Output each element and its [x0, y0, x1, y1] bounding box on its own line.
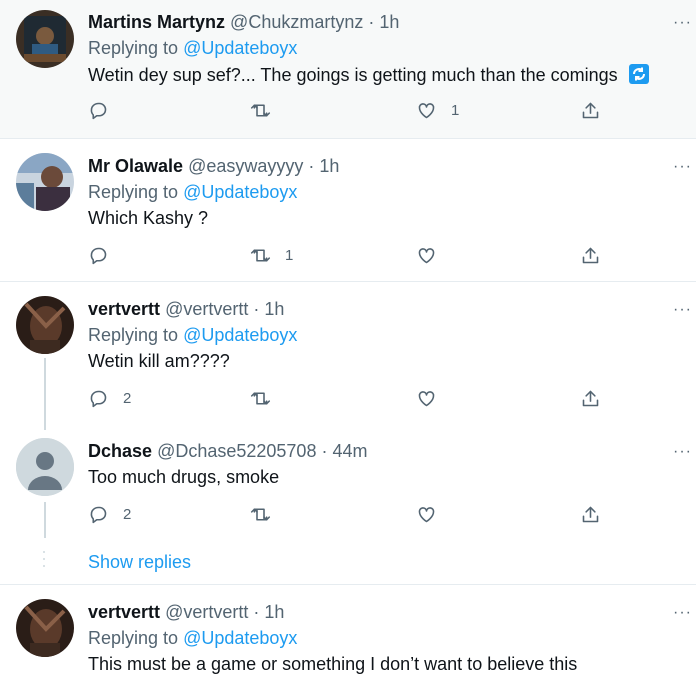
more-options-icon[interactable]: ···: [673, 604, 692, 622]
mention-link[interactable]: @Updateboyx: [183, 325, 297, 345]
reply-button[interactable]: [88, 98, 123, 122]
tweet-actions: 2: [88, 502, 628, 526]
reply-icon: [90, 390, 107, 407]
mention-link[interactable]: @Updateboyx: [183, 628, 297, 648]
retweet-icon: [250, 248, 271, 262]
tweet-text: Wetin dey sup sef?... The goings is gett…: [88, 65, 618, 85]
reply-button[interactable]: 2: [88, 386, 131, 410]
reply-button[interactable]: 2: [88, 502, 131, 526]
like-button[interactable]: 1: [416, 98, 459, 122]
thread-dots-icon: [42, 551, 46, 572]
replying-to-label: Replying to: [88, 628, 184, 648]
like-button[interactable]: [416, 243, 451, 267]
retweet-icon: [250, 103, 271, 117]
author-name[interactable]: vertvertt: [88, 602, 160, 622]
avatar[interactable]: [16, 153, 74, 211]
author-name[interactable]: Dchase: [88, 441, 152, 461]
timestamp[interactable]: · 1h: [253, 602, 284, 622]
mention-link[interactable]: @Updateboyx: [183, 182, 297, 202]
tweet-actions: 1: [88, 98, 628, 122]
share-icon: [582, 506, 599, 522]
reply-icon: [90, 102, 107, 119]
more-options-icon[interactable]: ···: [673, 443, 692, 461]
retweet-icon: [250, 391, 271, 405]
share-button[interactable]: [580, 502, 601, 526]
mention-link[interactable]: @Updateboyx: [183, 38, 297, 58]
replying-to-label: Replying to: [88, 182, 184, 202]
tweet-text: This must be a game or something I don’t…: [88, 654, 578, 674]
heart-icon: [418, 247, 435, 263]
share-button[interactable]: [580, 386, 601, 410]
author-name[interactable]: Martins Martynz: [88, 12, 225, 32]
tweet[interactable]: Dchase @Dchase52205708 · 44m ··· Too muc…: [0, 432, 696, 538]
retweet-icon: [250, 507, 271, 521]
author-handle[interactable]: @easywayyyy: [188, 156, 303, 176]
share-icon: [582, 390, 599, 406]
avatar[interactable]: [16, 438, 74, 496]
tweet-actions: 2: [88, 386, 628, 410]
author-handle[interactable]: @Chukzmartynz: [230, 12, 363, 32]
timestamp[interactable]: · 1h: [368, 12, 399, 32]
tweet-text: Which Kashy ?: [88, 208, 209, 228]
like-button[interactable]: [416, 386, 451, 410]
timestamp[interactable]: · 1h: [308, 156, 339, 176]
recycle-emoji-icon: [628, 64, 649, 84]
tweet-actions: 1: [88, 243, 628, 267]
more-options-icon[interactable]: ···: [673, 14, 692, 32]
share-button[interactable]: [580, 98, 601, 122]
author-name[interactable]: Mr Olawale: [88, 156, 183, 176]
timestamp[interactable]: · 1h: [253, 299, 284, 319]
heart-icon: [418, 102, 435, 118]
avatar[interactable]: [16, 296, 74, 354]
tweet[interactable]: vertvertt @vertvertt · 1h ··· Replying t…: [0, 585, 696, 685]
retweet-button[interactable]: [250, 98, 285, 122]
reply-icon: [90, 506, 107, 523]
author-handle[interactable]: @vertvertt: [165, 602, 248, 622]
replying-to-label: Replying to: [88, 38, 184, 58]
share-button[interactable]: [580, 243, 601, 267]
retweet-button[interactable]: [250, 502, 285, 526]
tweet[interactable]: Mr Olawale @easywayyyy · 1h ··· Replying…: [0, 139, 696, 281]
retweet-button[interactable]: 1: [250, 243, 293, 267]
more-options-icon[interactable]: ···: [673, 158, 692, 176]
timestamp[interactable]: · 44m: [321, 441, 367, 461]
heart-icon: [418, 506, 435, 522]
share-icon: [582, 247, 599, 263]
replying-to-label: Replying to: [88, 325, 184, 345]
avatar[interactable]: [16, 10, 74, 68]
reply-icon: [90, 247, 107, 264]
default-avatar-icon: [16, 438, 74, 496]
author-handle[interactable]: @Dchase52205708: [157, 441, 316, 461]
heart-icon: [418, 390, 435, 406]
tweet-text: Wetin kill am????: [88, 351, 230, 371]
reply-button[interactable]: [88, 243, 123, 267]
more-options-icon[interactable]: ···: [673, 301, 692, 319]
retweet-count: 1: [285, 246, 294, 264]
show-replies-link[interactable]: Show replies: [88, 552, 191, 573]
reply-count: 2: [123, 505, 132, 523]
author-handle[interactable]: @vertvertt: [165, 299, 248, 319]
retweet-button[interactable]: [250, 386, 285, 410]
tweet[interactable]: vertvertt @vertvertt · 1h ··· Replying t…: [0, 282, 696, 432]
tweet[interactable]: Martins Martynz @Chukzmartynz · 1h ··· R…: [0, 0, 696, 138]
avatar[interactable]: [16, 599, 74, 657]
like-button[interactable]: [416, 502, 451, 526]
like-count: 1: [451, 101, 460, 119]
author-name[interactable]: vertvertt: [88, 299, 160, 319]
share-icon: [582, 102, 599, 118]
reply-count: 2: [123, 389, 132, 407]
tweet-text: Too much drugs, smoke: [88, 467, 280, 487]
